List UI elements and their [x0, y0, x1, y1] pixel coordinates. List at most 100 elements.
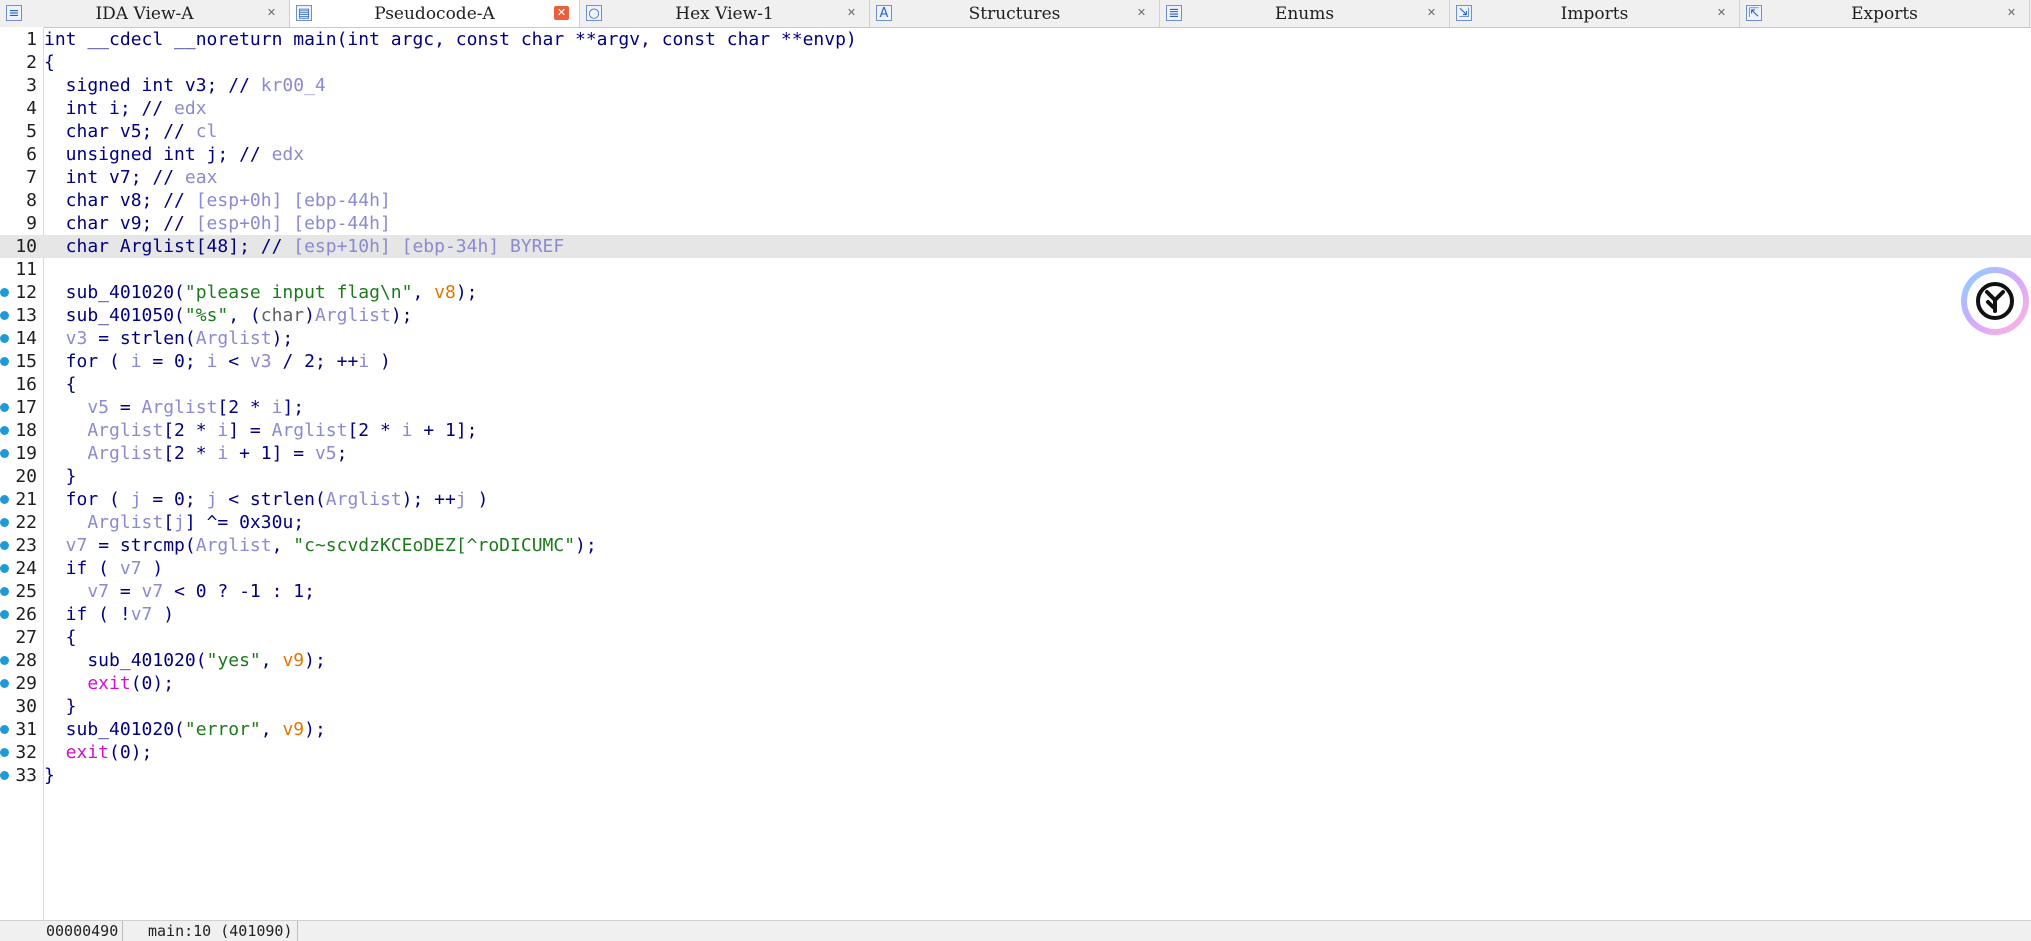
code-line[interactable]: 21 for ( j = 0; j < strlen(Arglist); ++j…: [0, 488, 2031, 511]
code-line[interactable]: 32 exit(0);: [0, 741, 2031, 764]
pseudocode-editor[interactable]: 1 int __cdecl __noreturn main(int argc, c…: [0, 27, 2031, 920]
tab-label: Enums: [1274, 3, 1335, 24]
ida-view-icon: ≡: [6, 5, 22, 21]
line-number: 30: [15, 696, 37, 717]
tab-imports[interactable]: ⇲ Imports ✕: [1450, 0, 1740, 27]
code-token: v3: [44, 328, 88, 349]
code-token: < 0 ? -1 : 1;: [163, 581, 315, 602]
code-line[interactable]: 18 Arglist[2 * i] = Arglist[2 * i + 1];: [0, 419, 2031, 442]
code-token: char Arglist[48]; //: [44, 236, 294, 257]
code-line[interactable]: 26 if ( !v7 ): [0, 603, 2031, 626]
line-number: 6: [26, 144, 37, 165]
close-icon[interactable]: ✕: [2004, 6, 2019, 20]
code-text: unsigned int j; // edx: [44, 143, 304, 166]
code-token: v5: [44, 397, 110, 418]
code-token: j: [130, 489, 142, 510]
code-token: ): [466, 489, 489, 510]
code-token: v7: [44, 535, 88, 556]
code-line[interactable]: 27 {: [0, 626, 2031, 649]
code-token: / 2; ++: [271, 351, 359, 372]
code-line[interactable]: 7 int v7; // eax: [0, 166, 2031, 189]
code-line[interactable]: 31 sub_401020("error", v9);: [0, 718, 2031, 741]
code-line[interactable]: 30 }: [0, 695, 2031, 718]
code-line[interactable]: 29 exit(0);: [0, 672, 2031, 695]
code-line[interactable]: 5 char v5; // cl: [0, 120, 2031, 143]
close-icon[interactable]: ✕: [1424, 6, 1439, 20]
tab-structures[interactable]: A Structures ✕: [870, 0, 1160, 27]
code-line[interactable]: 14 v3 = strlen(Arglist);: [0, 327, 2031, 350]
code-line[interactable]: 8 char v8; // [esp+0h] [ebp-44h]: [0, 189, 2031, 212]
code-line[interactable]: 11: [0, 258, 2031, 281]
tab-label: IDA View-A: [95, 3, 194, 24]
tab-exports[interactable]: ⇱ Exports ✕: [1740, 0, 2030, 27]
code-line[interactable]: 2{: [0, 51, 2031, 74]
line-number: 26: [15, 604, 37, 625]
pseudocode-icon: ▤: [296, 5, 312, 21]
code-token: Arglist: [195, 535, 272, 556]
code-text: }: [44, 764, 55, 787]
close-icon[interactable]: ✕: [264, 6, 279, 20]
code-text: char Arglist[48]; // [esp+10h] [ebp-34h]…: [44, 235, 565, 258]
code-line[interactable]: 15 for ( i = 0; i < v3 / 2; ++i ): [0, 350, 2031, 373]
close-icon[interactable]: ✕: [554, 6, 569, 20]
hex-view-icon: ○: [586, 5, 602, 21]
code-token: char: [260, 305, 305, 326]
code-line[interactable]: 25 v7 = v7 < 0 ? -1 : 1;: [0, 580, 2031, 603]
assistant-logo-icon: [1967, 273, 2023, 329]
code-line[interactable]: 4 int i; // edx: [0, 97, 2031, 120]
code-token: Arglist: [141, 397, 218, 418]
close-icon[interactable]: ✕: [1134, 6, 1149, 20]
imports-icon: ⇲: [1456, 5, 1472, 21]
code-token: i: [271, 397, 283, 418]
line-number: 28: [15, 650, 37, 671]
code-line[interactable]: 10 char Arglist[48]; // [esp+10h] [ebp-3…: [0, 235, 2031, 258]
enums-icon: ≣: [1166, 5, 1182, 21]
tab-ida-view-a[interactable]: ≡ IDA View-A ✕: [0, 0, 290, 27]
code-line[interactable]: 19 Arglist[2 * i + 1] = v5;: [0, 442, 2031, 465]
code-text: char v8; // [esp+0h] [ebp-44h]: [44, 189, 391, 212]
code-token: ): [304, 305, 315, 326]
code-token: char v9; //: [44, 213, 196, 234]
code-line[interactable]: 16 {: [0, 373, 2031, 396]
code-token: sub_401050(: [44, 305, 185, 326]
code-text: sub_401020("please input flag\n", v8);: [44, 281, 478, 304]
code-token: + 1] =: [228, 443, 315, 464]
assistant-button[interactable]: [1961, 267, 2029, 335]
line-number: 8: [26, 190, 37, 211]
code-token: i: [217, 420, 229, 441]
status-offset: 00000490: [42, 921, 124, 941]
code-token: );: [304, 650, 326, 671]
code-line[interactable]: 17 v5 = Arglist[2 * i];: [0, 396, 2031, 419]
tab-pseudocode-a[interactable]: ▤ Pseudocode-A ✕: [290, 0, 580, 27]
tab-label: Exports: [1851, 3, 1918, 24]
structures-icon: A: [876, 5, 892, 21]
code-line[interactable]: 24 if ( v7 ): [0, 557, 2031, 580]
code-line[interactable]: 1 int __cdecl __noreturn main(int argc, c…: [0, 28, 2031, 51]
close-icon[interactable]: ✕: [1714, 6, 1729, 20]
code-line[interactable]: 20 }: [0, 465, 2031, 488]
tab-hex-view-1[interactable]: ○ Hex View-1 ✕: [580, 0, 870, 27]
code-text: v7 = strcmp(Arglist, "c~scvdzKCEoDEZ[^ro…: [44, 534, 597, 557]
code-line[interactable]: 22 Arglist[j] ^= 0x30u;: [0, 511, 2031, 534]
code-token: );: [455, 282, 478, 303]
line-number: 27: [15, 627, 37, 648]
tab-enums[interactable]: ≣ Enums ✕: [1160, 0, 1450, 27]
line-number: 9: [26, 213, 37, 234]
code-line[interactable]: 3 signed int v3; // kr00_4: [0, 74, 2031, 97]
code-line[interactable]: 9 char v9; // [esp+0h] [ebp-44h]: [0, 212, 2031, 235]
code-line[interactable]: 13 sub_401050("%s", (char)Arglist);: [0, 304, 2031, 327]
code-text: {: [44, 51, 55, 74]
line-number: 4: [26, 98, 37, 119]
code-line[interactable]: 23 v7 = strcmp(Arglist, "c~scvdzKCEoDEZ[…: [0, 534, 2031, 557]
code-line[interactable]: 33}: [0, 764, 2031, 787]
code-line[interactable]: 28 sub_401020("yes", v9);: [0, 649, 2031, 672]
code-line[interactable]: 12 sub_401020("please input flag\n", v8)…: [0, 281, 2031, 304]
close-icon[interactable]: ✕: [844, 6, 859, 20]
line-number: 18: [15, 420, 37, 441]
code-text: for ( j = 0; j < strlen(Arglist); ++j ): [44, 488, 489, 511]
code-token: "error": [184, 719, 261, 740]
code-token: );: [271, 328, 294, 349]
code-token: Arglist: [271, 420, 348, 441]
code-text: if ( v7 ): [44, 557, 164, 580]
code-line[interactable]: 6 unsigned int j; // edx: [0, 143, 2031, 166]
